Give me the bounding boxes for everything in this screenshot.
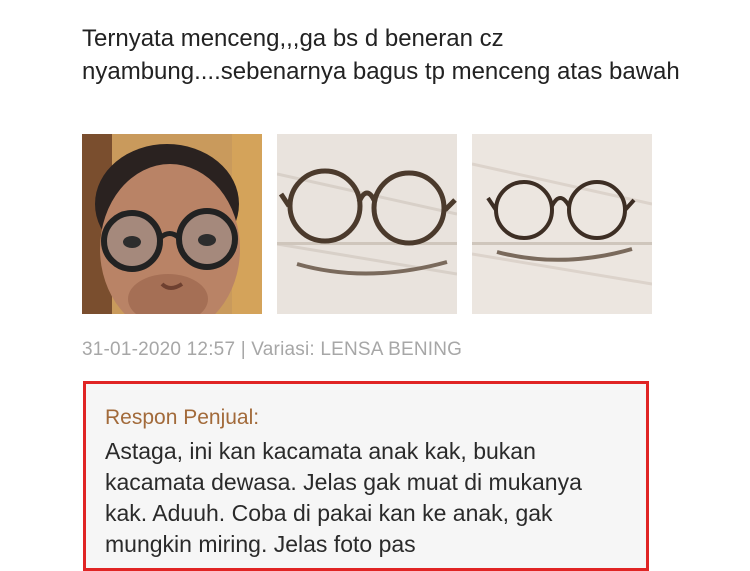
seller-response-title: Respon Penjual:	[105, 406, 260, 429]
review-text: Ternyata menceng,,,ga bs d beneran cz ny…	[82, 25, 680, 85]
seller-response-text: Astaga, ini kan kacamata anak kak, bukan…	[105, 438, 582, 557]
review-photo-selfie[interactable]	[82, 134, 262, 314]
round-glasses-photo-icon	[277, 134, 457, 314]
round-glasses-photo-icon	[472, 134, 652, 314]
review-meta: 31-01-2020 12:57 | Variasi: LENSA BENING	[82, 339, 463, 360]
review-photo-glasses-2[interactable]	[472, 134, 652, 314]
review-photo-glasses-1[interactable]	[277, 134, 457, 314]
seller-response-box: Respon Penjual: Astaga, ini kan kacamata…	[83, 381, 649, 571]
person-wearing-glasses-photo-icon	[82, 134, 262, 314]
